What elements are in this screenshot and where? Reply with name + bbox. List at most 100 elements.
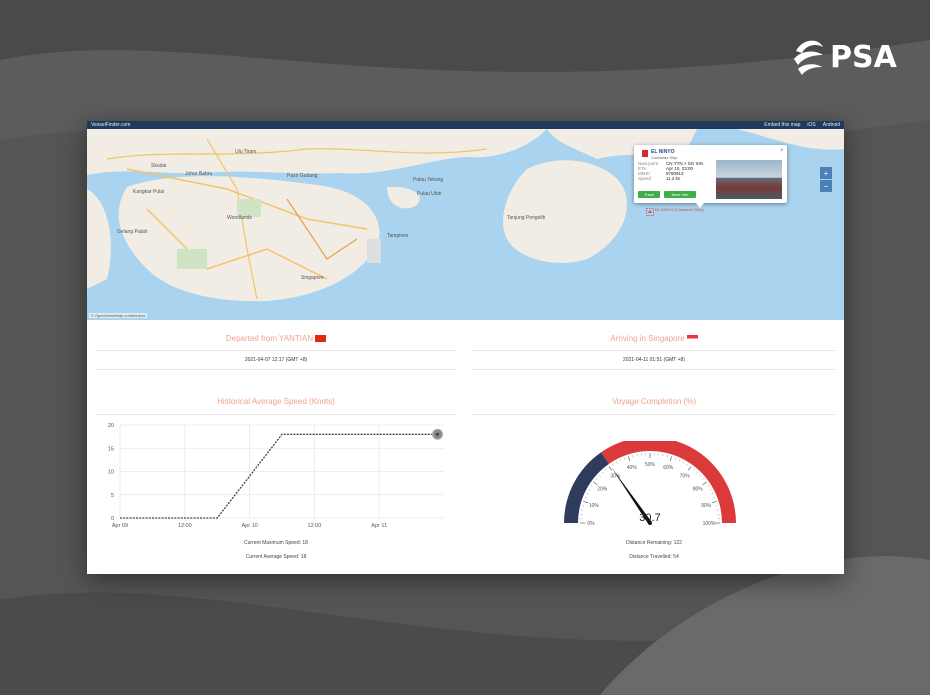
divider xyxy=(95,414,457,415)
gauge-tick xyxy=(707,485,710,487)
speed-chart-title: Historical Average Speed (Knots) xyxy=(217,397,335,406)
topbar-links: Embed this map iOS Android xyxy=(764,122,840,128)
gauge-tick xyxy=(678,459,680,462)
zoom-in-button[interactable]: + xyxy=(820,167,832,179)
map-label: Johor Bahru xyxy=(185,171,213,177)
speed-line-chart: 0 5 10 15 20 Apr 09 12:00 Apr 10 12:00 Apr 11 xyxy=(108,423,444,529)
gauge-tick xyxy=(595,478,598,480)
gauge-tick xyxy=(593,481,598,486)
divider xyxy=(473,369,835,370)
singapore-flag-icon xyxy=(686,335,698,342)
vessel-photo[interactable] xyxy=(716,160,782,199)
gauge-tick xyxy=(588,489,591,491)
departure-title-text: Departed from YANTIAN xyxy=(225,334,314,343)
voyage-completion-gauge: 0%10%20%30%40% 50% 60%70%80%90%100%30.7 xyxy=(564,441,736,527)
psa-logo: PSA xyxy=(792,34,902,80)
map-label: Singapore xyxy=(301,275,324,281)
arrival-panel: Arriving in Singapore 2021-04-11 01:51 (… xyxy=(465,328,843,378)
map-label: Gelang Patah xyxy=(117,229,148,235)
gauge-tick xyxy=(612,463,614,466)
map-label: Tanjung Pengelih xyxy=(507,215,546,221)
detail-key: Speed xyxy=(638,176,652,181)
arrival-time: 2021-04-11 01:51 (GMT +8) xyxy=(623,357,685,363)
ship-marker-caption: EL NINYO (Container Ship) xyxy=(655,207,704,212)
gauge-tick xyxy=(669,456,673,462)
map-label: Woodlands xyxy=(227,215,252,221)
map-attribution[interactable]: © OpenStreetMap contributors xyxy=(89,313,148,318)
map-label: Skudai xyxy=(151,163,167,169)
y-tick-label: 15 xyxy=(108,446,114,452)
map-label: Pulau Ubin xyxy=(417,191,442,197)
gauge-tick xyxy=(696,471,699,474)
detail-value: 11.2 kn xyxy=(666,176,681,181)
gauge-tick xyxy=(709,489,712,491)
gauge-tick xyxy=(711,500,717,504)
vessel-flag-icon xyxy=(642,150,648,157)
track-button[interactable]: Track xyxy=(638,191,660,198)
arrival-title: Arriving in Singapore xyxy=(465,328,843,350)
map-topbar: VesselFinder.com Embed this map iOS Andr… xyxy=(87,121,844,129)
gauge-value-label: 30.7 xyxy=(639,512,660,524)
zoom-out-button[interactable]: − xyxy=(820,180,832,192)
gauge-tick-label: 10% xyxy=(589,503,600,509)
gauge-tick xyxy=(686,463,688,466)
popup-close-icon[interactable]: × xyxy=(780,148,784,154)
gauge-tick xyxy=(624,457,626,460)
gauge-tick xyxy=(702,478,705,480)
gauge-tick-label: 50% xyxy=(645,462,656,468)
gauge-tick xyxy=(601,471,604,474)
vessel-type: Container Ship xyxy=(651,155,678,160)
gauge-tick xyxy=(627,456,631,462)
gauge-tick-label: 0% xyxy=(587,521,595,527)
gauge-tick-label: 80% xyxy=(693,486,704,492)
y-tick-label: 20 xyxy=(108,423,114,429)
gauge-tick xyxy=(620,459,622,462)
psa-emblem-icon xyxy=(794,40,823,75)
android-link[interactable]: Android xyxy=(823,122,840,128)
gauge-tick xyxy=(699,474,702,477)
gauge-tick xyxy=(590,485,593,487)
distance-travelled-text: Distance Travelled: 54 xyxy=(629,554,679,560)
ios-link[interactable]: iOS xyxy=(807,122,815,128)
divider xyxy=(473,414,835,415)
gauge-tick-label: 90% xyxy=(701,503,712,509)
gauge-tick xyxy=(693,468,695,471)
vessel-details: Navi.point CN YTN > SG SIN ETA Apr 10, 2… xyxy=(638,161,714,181)
departure-title: Departed from YANTIAN xyxy=(87,328,465,350)
gauge-tick-label: 20% xyxy=(597,486,608,492)
gauge-tick-label: 100% xyxy=(703,521,716,527)
avg-speed-text: Current Average Speed: 18 xyxy=(245,554,307,560)
speed-series-line xyxy=(120,433,438,519)
divider xyxy=(95,369,457,370)
vessel-tracker-window: VesselFinder.com Embed this map iOS Andr… xyxy=(87,121,844,574)
site-name[interactable]: VesselFinder.com xyxy=(91,122,130,128)
map-label: Tampines xyxy=(387,233,409,239)
x-tick-label: 12:00 xyxy=(308,523,322,529)
x-tick-label: Apr 11 xyxy=(371,523,387,529)
departure-time: 2021-04-07 12:17 (GMT +8) xyxy=(244,357,308,363)
embed-map-link[interactable]: Embed this map xyxy=(764,122,800,128)
map-label: Pasir Gudang xyxy=(287,173,318,179)
detail-row: Speed 11.2 kn xyxy=(638,176,714,181)
arrival-title-text: Arriving in Singapore xyxy=(610,334,685,343)
gauge-tick xyxy=(687,466,692,471)
gauge-tick xyxy=(711,493,714,495)
vessel-map[interactable]: Johor Bahru Pulau Ubin Skudai Pulau Teko… xyxy=(87,129,844,320)
map-zoom-control: + − xyxy=(820,167,832,192)
gauge-tick xyxy=(608,466,613,471)
gauge-tick xyxy=(682,461,684,464)
gauge-tick xyxy=(583,500,589,504)
max-speed-text: Current Maximum Speed: 18 xyxy=(244,540,308,546)
more-info-button[interactable]: More info xyxy=(664,191,696,198)
x-tick-label: Apr 09 xyxy=(112,523,128,529)
ship-marker-icon[interactable] xyxy=(646,208,654,216)
x-tick-label: Apr 10 xyxy=(241,523,257,529)
voyage-chart-title: Voyage Completion (%) xyxy=(611,397,697,406)
gauge-tick-label: 70% xyxy=(680,473,691,479)
departure-panel: Departed from YANTIAN 2021-04-07 12:17 (… xyxy=(87,328,465,378)
distance-remaining-text: Distance Remaining: 122 xyxy=(626,540,682,546)
gauge-tick-label: 60% xyxy=(663,465,674,471)
y-tick-label: 10 xyxy=(108,470,114,476)
gauge-tick xyxy=(584,497,587,499)
gauge-tick xyxy=(674,457,676,460)
